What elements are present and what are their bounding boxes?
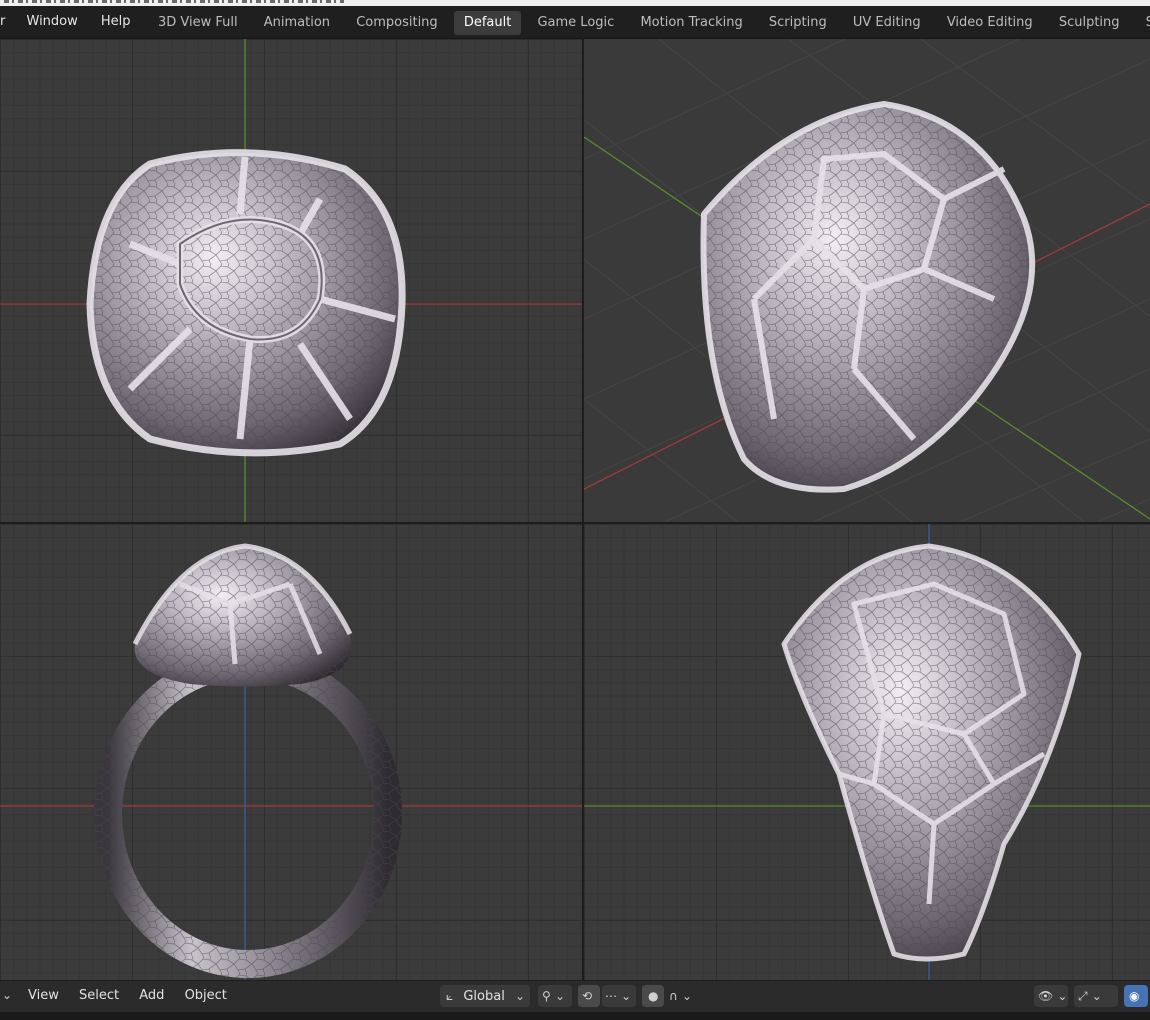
top-menu: r Window Help <box>0 6 138 38</box>
snap-element-dropdown[interactable]: ⋯ ⌄ <box>602 985 636 1007</box>
tab-default[interactable]: Default <box>453 11 522 35</box>
snap-increment-icon: ⋯ <box>605 989 617 1003</box>
tab-scripting[interactable]: Scripting <box>759 11 837 35</box>
ring-top-view <box>584 524 1150 980</box>
tab-shading[interactable]: Shading <box>1136 11 1150 35</box>
ring-perspective-view <box>584 39 1150 522</box>
menu-add[interactable]: Add <box>131 981 172 1011</box>
viewport-divider-vertical[interactable] <box>582 38 584 980</box>
pivot-point-dropdown[interactable]: ⚲ ⌄ <box>538 985 572 1007</box>
tab-sculpting[interactable]: Sculpting <box>1049 11 1130 35</box>
workspace-tabs: 3D View Full Animation Compositing Defau… <box>148 11 1150 35</box>
chevron-down-icon: ⌄ <box>621 989 632 1003</box>
menu-partial[interactable]: r <box>0 6 8 38</box>
viewport-bottom-right[interactable] <box>584 524 1150 980</box>
tab-uv-editing[interactable]: UV Editing <box>843 11 931 35</box>
chevron-down-icon: ⌄ <box>514 989 525 1003</box>
tab-3d-view-full[interactable]: 3D View Full <box>148 11 248 35</box>
overlay-icon: ◉ <box>1129 989 1140 1003</box>
snap-icon: ⟲ <box>582 989 593 1003</box>
chevron-down-icon: ⌄ <box>554 989 565 1003</box>
viewport-divider-horizontal[interactable] <box>0 522 1150 524</box>
chevron-down-icon[interactable]: ⌄ <box>2 988 12 1002</box>
chevron-down-icon: ⌄ <box>681 989 692 1003</box>
transform-orientation-dropdown[interactable]: ⟀ Global ⌄ <box>440 985 530 1007</box>
status-bar-edge <box>0 1012 1150 1020</box>
ring-front-view <box>0 39 582 522</box>
chevron-down-icon: ⌄ <box>1057 989 1068 1003</box>
top-bar: r Window Help 3D View Full Animation Com… <box>0 6 1150 39</box>
visibility-dropdown[interactable]: 👁 ⌄ <box>1034 985 1068 1007</box>
tab-compositing[interactable]: Compositing <box>346 11 448 35</box>
viewport-bottom-left[interactable] <box>0 524 582 980</box>
proportional-edit-icon: ● <box>648 989 659 1003</box>
snap-toggle[interactable]: ⟲ <box>578 985 600 1007</box>
proportional-edit-toggle[interactable]: ● <box>642 985 664 1007</box>
viewport-menus: View Select Add Object <box>20 981 235 1013</box>
gizmo-icon: ⤢ <box>1078 989 1088 1003</box>
menu-object[interactable]: Object <box>177 981 235 1011</box>
menu-select[interactable]: Select <box>71 981 127 1011</box>
transform-orientation-icon: ⟀ <box>446 989 454 1003</box>
ring-side-view <box>0 543 582 980</box>
falloff-icon: ∩ <box>669 989 678 1003</box>
overlay-toggle[interactable]: ◉ <box>1124 985 1148 1007</box>
pivot-icon: ⚲ <box>542 989 551 1003</box>
viewport-top-left[interactable] <box>0 39 582 522</box>
menu-help[interactable]: Help <box>89 6 138 38</box>
tab-video-editing[interactable]: Video Editing <box>937 11 1043 35</box>
tab-motion-tracking[interactable]: Motion Tracking <box>630 11 752 35</box>
tab-animation[interactable]: Animation <box>254 11 340 35</box>
transform-orientation-label: Global <box>463 989 505 1004</box>
menu-view[interactable]: View <box>20 981 67 1011</box>
tab-game-logic[interactable]: Game Logic <box>527 11 624 35</box>
gizmo-dropdown[interactable]: ⤢ ⌄ <box>1074 985 1118 1007</box>
visibility-icon: 👁 <box>1038 989 1054 1003</box>
falloff-dropdown[interactable]: ∩ ⌄ <box>666 985 698 1007</box>
chevron-down-icon: ⌄ <box>1091 989 1102 1003</box>
viewport-top-right[interactable] <box>584 39 1150 522</box>
menu-window[interactable]: Window <box>13 6 85 38</box>
viewport-header-bar: ⌄ View Select Add Object ⟀ Global ⌄ ⚲ ⌄ … <box>0 980 1150 1013</box>
